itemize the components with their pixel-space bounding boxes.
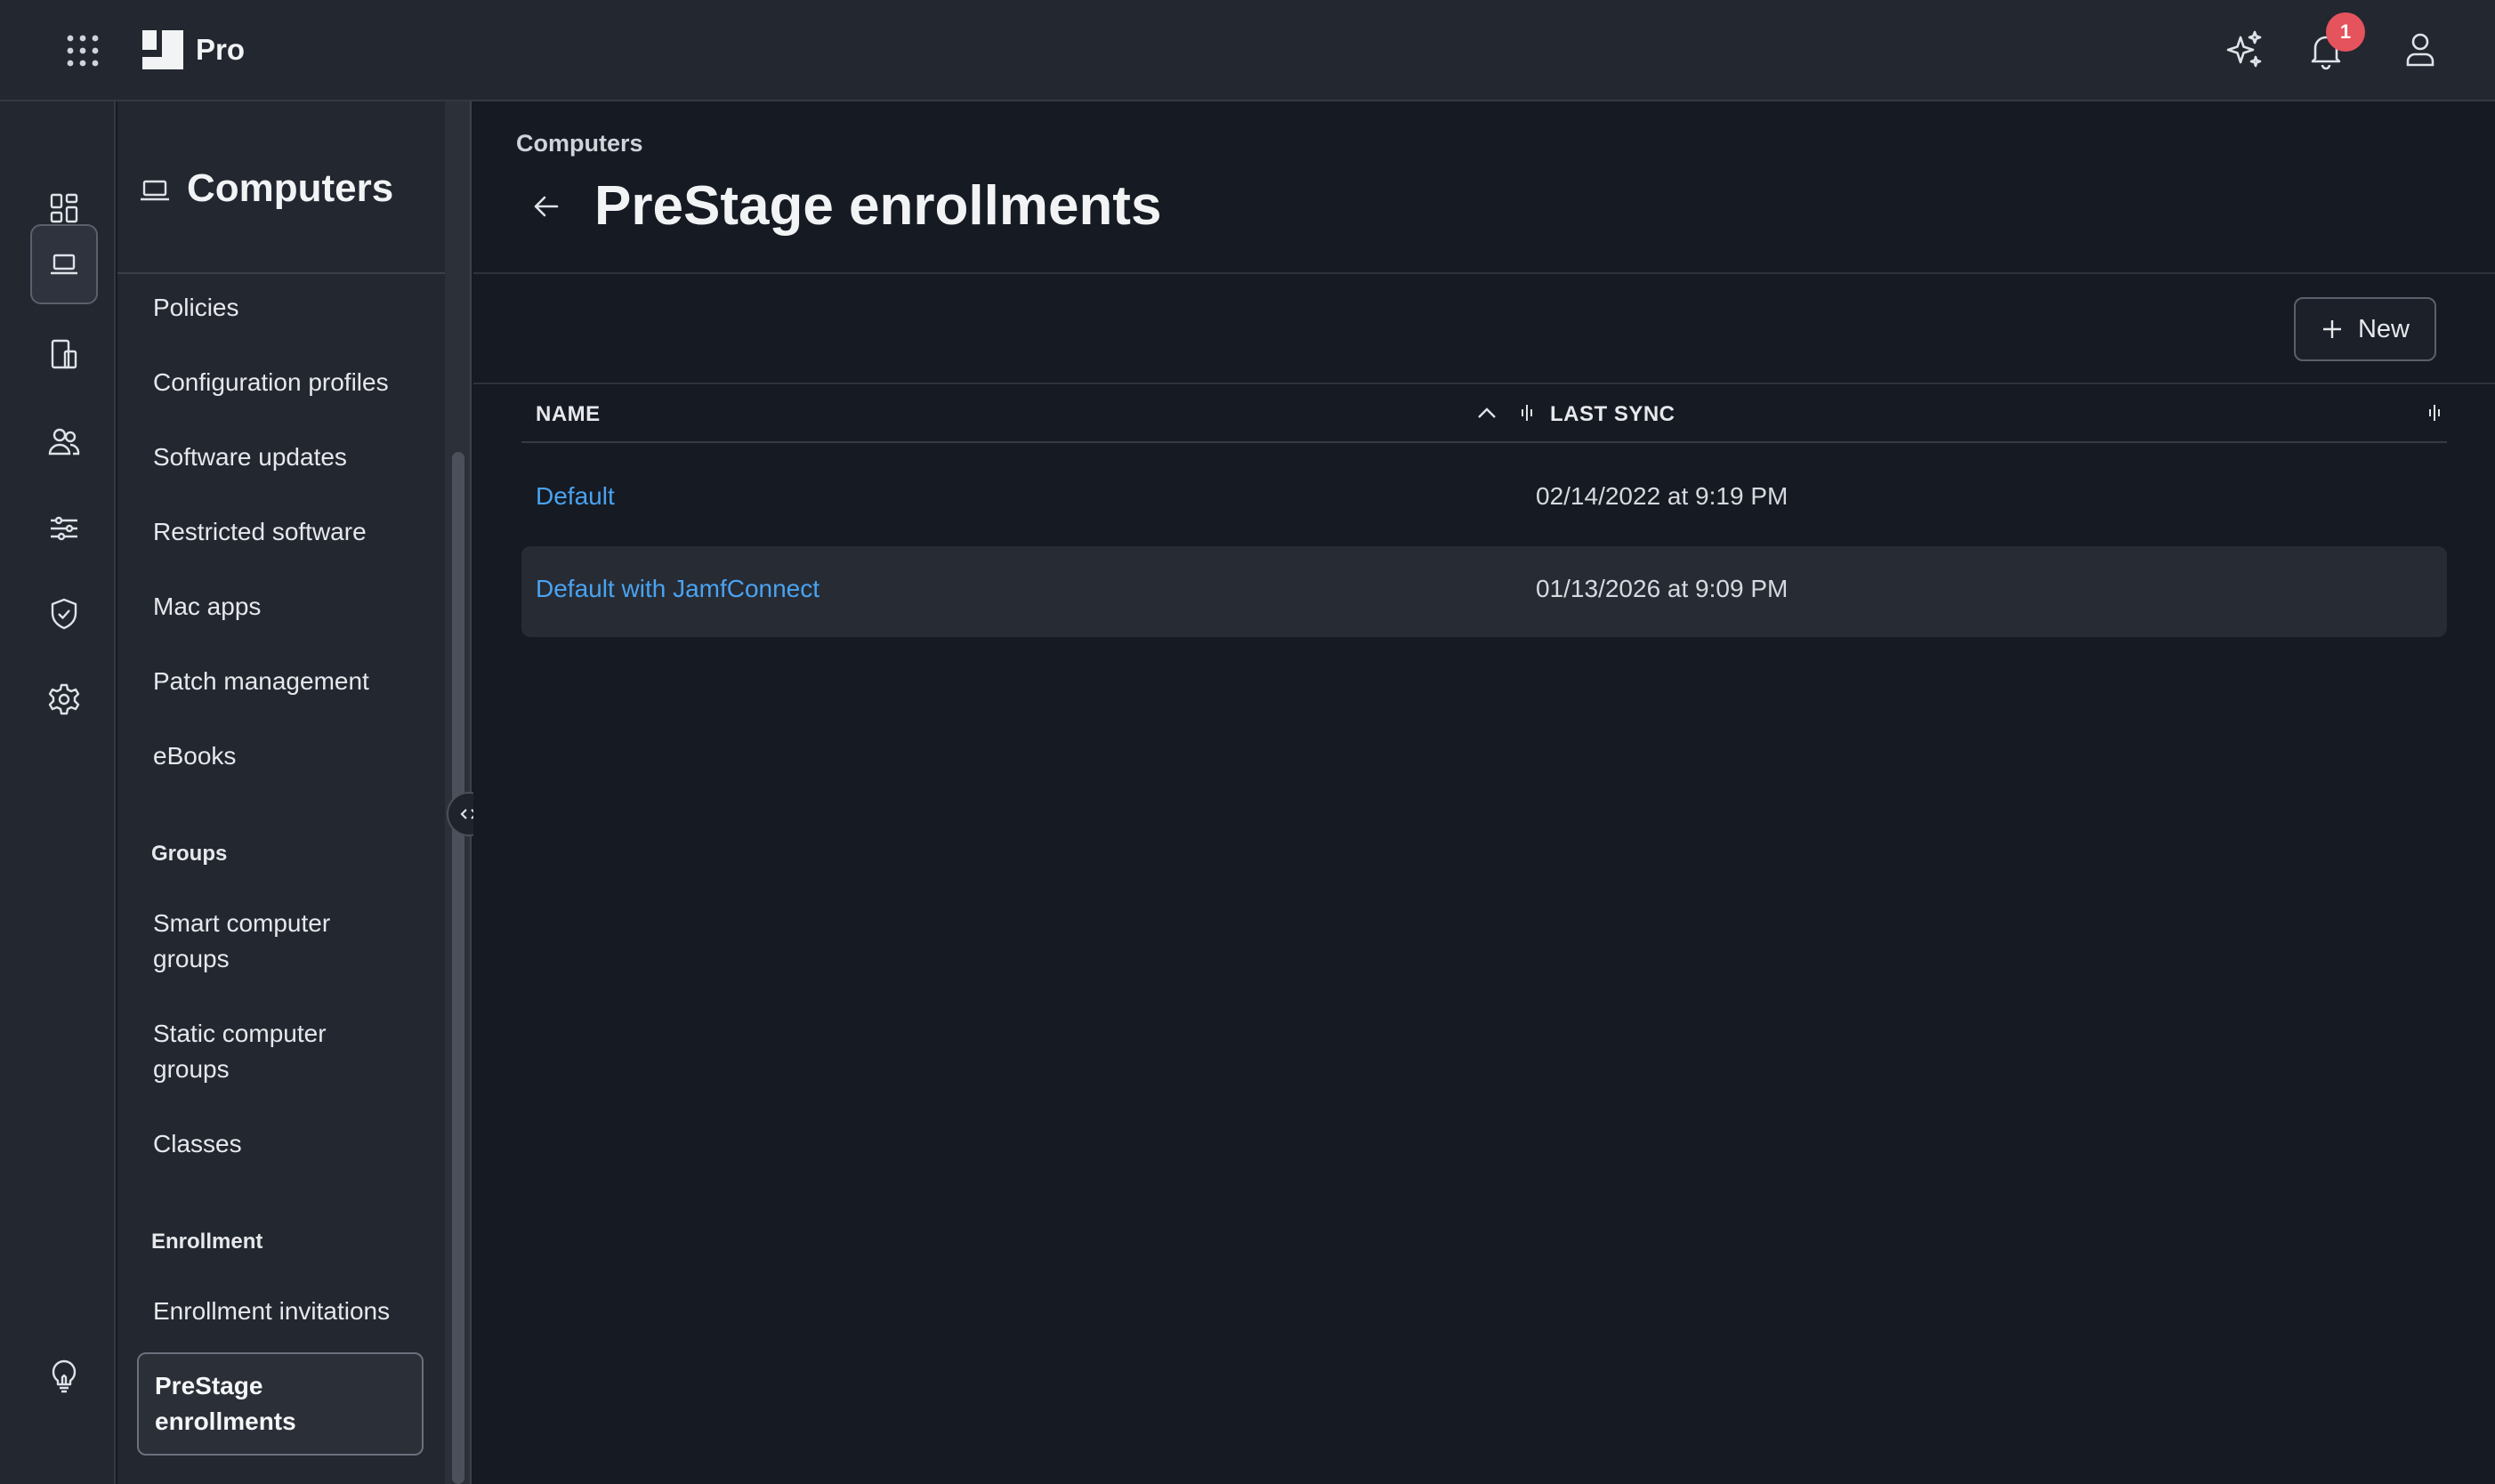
- table-row[interactable]: Default 02/14/2022 at 9:19 PM: [521, 454, 2447, 544]
- column-header-last-sync[interactable]: LAST SYNC: [1550, 402, 1675, 427]
- prestage-name-link[interactable]: Default with JamfConnect: [536, 575, 820, 603]
- column-header-name[interactable]: NAME: [536, 402, 601, 427]
- column-resize-handle-icon[interactable]: [1520, 402, 1534, 423]
- user-profile-icon[interactable]: [2399, 28, 2442, 71]
- users-icon[interactable]: [30, 407, 98, 475]
- new-button[interactable]: New: [2294, 297, 2436, 361]
- table-header-divider: [521, 441, 2447, 443]
- laptop-icon: [139, 174, 171, 206]
- shield-icon[interactable]: [30, 580, 98, 648]
- new-button-label: New: [2357, 314, 2410, 343]
- nav-item-prestage-enrollments[interactable]: PreStage enrollments: [137, 1352, 424, 1456]
- divider: [473, 383, 2495, 384]
- nav-heading-groups: Groups: [151, 842, 228, 866]
- column-resize-handle-icon[interactable]: [2427, 402, 2442, 423]
- lightbulb-icon[interactable]: [30, 1342, 98, 1409]
- nav-item-enrollment-invitations[interactable]: Enrollment invitations: [153, 1294, 438, 1329]
- nav-item-mac-apps[interactable]: Mac apps: [153, 589, 438, 625]
- notification-badge: 1: [2326, 12, 2365, 52]
- sort-ascending-icon[interactable]: [1475, 404, 1498, 422]
- nav-item-restricted-software[interactable]: Restricted software: [153, 514, 438, 550]
- plus-icon: [2322, 320, 2341, 338]
- divider: [473, 272, 2495, 274]
- computers-laptop-icon[interactable]: [30, 224, 98, 304]
- table-row[interactable]: Default with JamfConnect 01/13/2026 at 9…: [521, 546, 2447, 637]
- subnav-title: Computers: [187, 166, 394, 210]
- settings-sliders-icon[interactable]: [30, 495, 98, 562]
- back-arrow-icon[interactable]: [529, 189, 564, 224]
- last-sync-value: 02/14/2022 at 9:19 PM: [1536, 482, 1788, 510]
- top-bar: Pro 1: [0, 0, 2495, 101]
- mobile-devices-icon[interactable]: [30, 320, 98, 388]
- nav-item-configuration-profiles[interactable]: Configuration profiles: [153, 365, 438, 400]
- subnav-scrollbar-thumb[interactable]: [452, 452, 464, 1484]
- last-sync-value: 01/13/2026 at 9:09 PM: [1536, 575, 1788, 602]
- nav-item-policies[interactable]: Policies: [153, 290, 438, 326]
- brand-name: Pro: [196, 33, 246, 66]
- ai-assistant-icon[interactable]: [2223, 28, 2265, 71]
- nav-item-smart-computer-groups[interactable]: Smart computer groups: [153, 906, 367, 977]
- nav-item-ebooks[interactable]: eBooks: [153, 738, 438, 774]
- nav-item-software-updates[interactable]: Software updates: [153, 440, 438, 475]
- page-title: PreStage enrollments: [594, 175, 1162, 237]
- breadcrumb[interactable]: Computers: [516, 130, 643, 157]
- subnav-header: Computers: [117, 101, 445, 274]
- jamf-logo-icon[interactable]: [142, 30, 183, 69]
- gear-icon[interactable]: [30, 665, 98, 733]
- app-grid-icon[interactable]: [64, 32, 101, 69]
- nav-heading-enrollment: Enrollment: [151, 1230, 263, 1254]
- icon-rail: [0, 101, 116, 1484]
- prestage-name-link[interactable]: Default: [536, 482, 615, 511]
- nav-item-patch-management[interactable]: Patch management: [153, 664, 438, 699]
- computers-sub-navigation: Computers Policies Configuration profile…: [117, 101, 445, 1484]
- main-content: Computers PreStage enrollments New NAME …: [473, 101, 2495, 1484]
- nav-item-classes[interactable]: Classes: [153, 1126, 438, 1162]
- nav-item-static-computer-groups[interactable]: Static computer groups: [153, 1016, 367, 1087]
